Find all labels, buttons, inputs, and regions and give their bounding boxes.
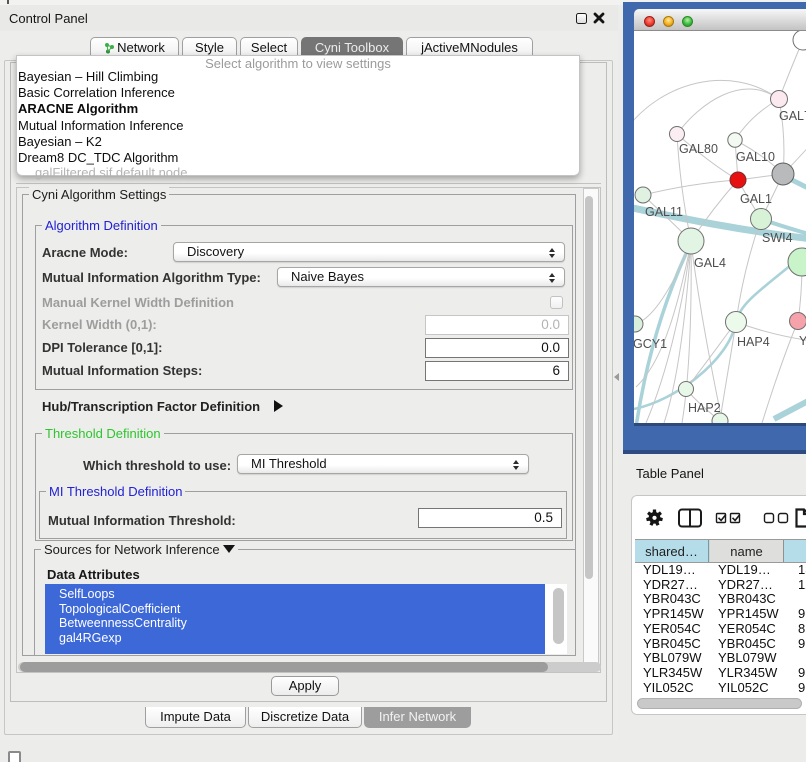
- svg-text:HAP4: HAP4: [737, 335, 770, 349]
- svg-text:GAL80: GAL80: [679, 142, 718, 156]
- svg-text:HAP2: HAP2: [688, 401, 721, 415]
- svg-text:GAL1: GAL1: [740, 192, 772, 206]
- svg-text:SWI4: SWI4: [762, 231, 793, 245]
- svg-text:GAL11: GAL11: [645, 205, 683, 219]
- svg-text:GAL4: GAL4: [694, 256, 726, 270]
- svg-text:GAL10: GAL10: [736, 150, 775, 164]
- svg-text:Y: Y: [799, 334, 806, 348]
- svg-text:GAL7: GAL7: [779, 109, 806, 123]
- svg-text:GCY1: GCY1: [634, 337, 667, 351]
